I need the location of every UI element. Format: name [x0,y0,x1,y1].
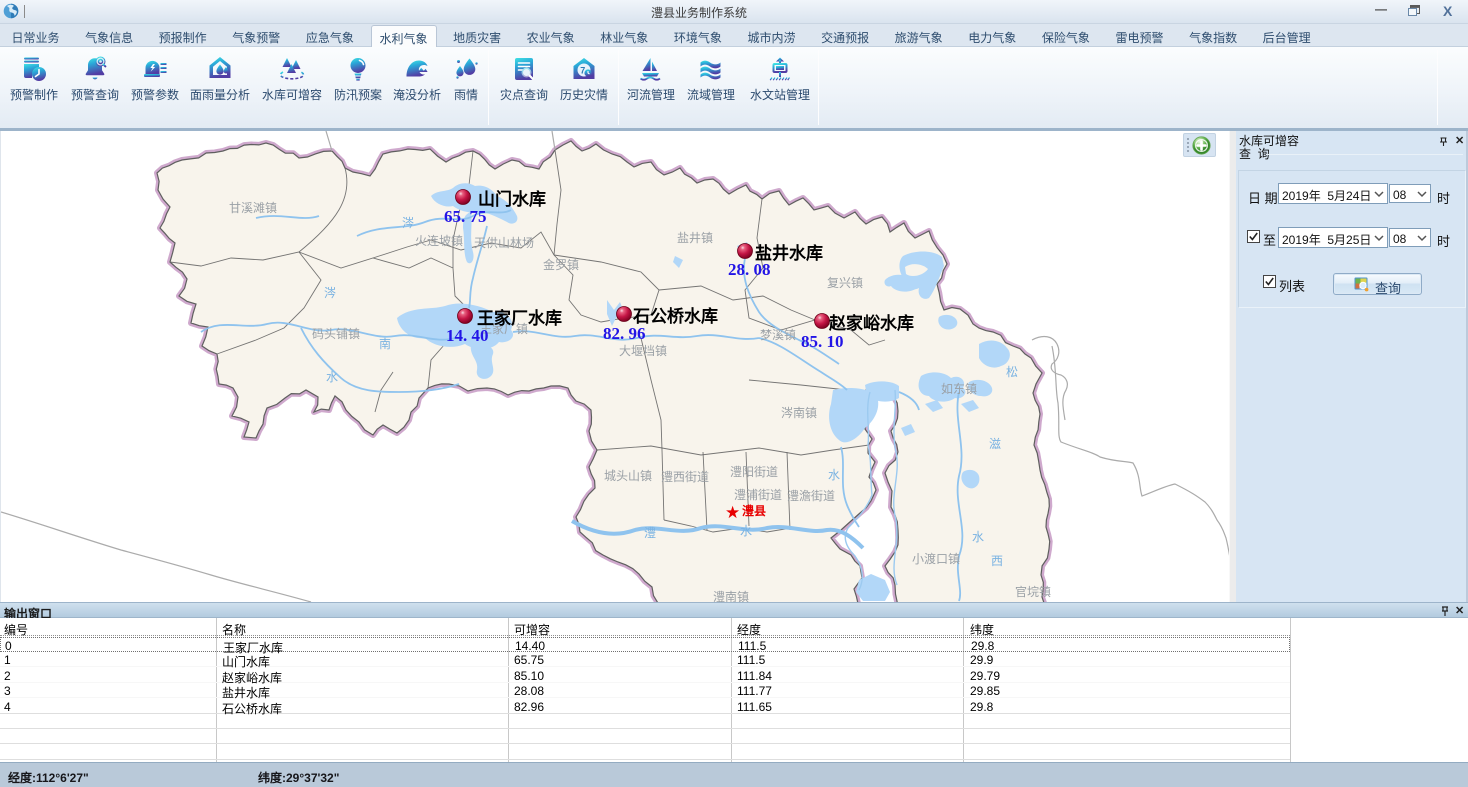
svg-text:火连坡镇: 火连坡镇 [415,233,463,248]
svg-text:85. 10: 85. 10 [801,332,844,351]
svg-text:水: 水 [740,524,752,538]
svg-text:码头铺镇: 码头铺镇 [312,327,360,341]
svg-text:西: 西 [991,554,1003,568]
svg-text:梦溪镇: 梦溪镇 [760,328,796,342]
svg-text:滋: 滋 [989,437,1001,451]
svg-text:涔: 涔 [402,216,414,230]
svg-text:涔: 涔 [324,286,336,300]
svg-text:赵家峪水库: 赵家峪水库 [828,313,914,333]
svg-text:水: 水 [828,468,840,482]
svg-text:小渡口镇: 小渡口镇 [912,551,960,566]
svg-text:水: 水 [972,530,984,544]
svg-text:7: 7 [580,66,585,76]
svg-text:如东镇: 如东镇 [941,381,977,396]
svg-text:水: 水 [326,370,338,384]
svg-text:石公桥水库: 石公桥水库 [632,306,718,326]
svg-text:澧澹街道: 澧澹街道 [787,489,835,503]
svg-text:天供山林场: 天供山林场 [474,236,534,250]
svg-text:王家厂水库: 王家厂水库 [477,308,562,328]
svg-text:澧西街道: 澧西街道 [661,470,709,484]
svg-text:澧县: 澧县 [742,503,766,518]
svg-text:82. 96: 82. 96 [603,324,646,343]
svg-text:松: 松 [1006,365,1018,379]
svg-text:澧: 澧 [644,526,656,540]
svg-text:65. 75: 65. 75 [444,207,487,226]
svg-text:甘溪滩镇: 甘溪滩镇 [229,201,277,215]
svg-text:澧浦街道: 澧浦街道 [734,488,782,502]
svg-text:大堰垱镇: 大堰垱镇 [619,344,667,358]
svg-text:28. 08: 28. 08 [728,260,771,279]
svg-text:澧阳街道: 澧阳街道 [730,465,778,479]
svg-text:盐井镇: 盐井镇 [677,231,713,245]
svg-text:城头山镇: 城头山镇 [604,469,652,483]
svg-text:金罗镇: 金罗镇 [543,257,579,272]
svg-text:复兴镇: 复兴镇 [827,276,863,290]
svg-text:南: 南 [379,336,391,351]
svg-text:官垸镇: 官垸镇 [1015,584,1051,599]
svg-text:涔南镇: 涔南镇 [781,405,817,420]
svg-text:14. 40: 14. 40 [446,326,489,345]
svg-text:★: ★ [725,503,740,522]
svg-text:澧南镇: 澧南镇 [713,589,749,602]
svg-text:山门水库: 山门水库 [478,189,546,209]
